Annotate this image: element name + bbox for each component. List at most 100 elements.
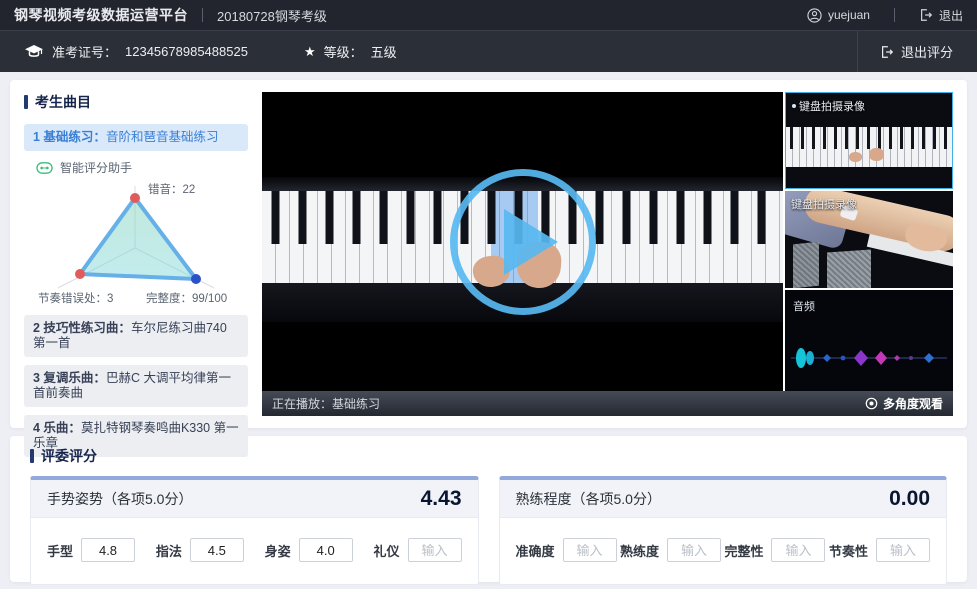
field-hand-shape: 手型	[47, 538, 135, 562]
main-video-player[interactable]	[262, 92, 783, 391]
title-accent-bar-2	[30, 449, 34, 463]
proficiency-card-header: 熟练程度（各项5.0分） 0.00	[500, 480, 947, 518]
radar-polygon	[80, 198, 196, 279]
now-playing-text: 正在播放：基础练习	[272, 395, 380, 412]
camera-1-black-keys	[786, 127, 952, 149]
gesture-card-title: 手势姿势（各项5.0分）	[47, 489, 192, 509]
scoring-title-text: 评委评分	[41, 446, 97, 466]
rhythm-label: 节奏性	[829, 541, 868, 560]
level-label: 等级：	[324, 42, 363, 61]
field-accuracy: 准确度	[516, 538, 617, 562]
proficiency-card-score: 0.00	[889, 487, 930, 511]
posture-label: 身姿	[265, 541, 291, 560]
camera-2-label-row: 键盘拍摄录像	[791, 196, 857, 212]
rhythm-input[interactable]	[876, 538, 930, 562]
session-title: 20180728钢琴考级	[217, 6, 327, 25]
play-button[interactable]	[450, 169, 596, 315]
playlist-item-1-title: 音阶和琶音基础练习	[106, 130, 219, 144]
app-header: 钢琴视频考级数据运营平台 20180728钢琴考级 yuejuan 退出	[0, 0, 977, 30]
audio-track[interactable]: 音频	[785, 290, 953, 391]
ticket-group: 准考证号： 12345678985488525	[24, 42, 248, 61]
logout-button[interactable]: 退出	[919, 7, 963, 24]
header-divider-2	[894, 8, 895, 22]
field-posture: 身姿	[265, 538, 353, 562]
graduation-cap-icon	[24, 43, 44, 60]
radar-label-rhythm-errors: 节奏错误处：3	[38, 291, 113, 305]
hand-shape-input[interactable]	[81, 538, 135, 562]
score-card-proficiency: 熟练程度（各项5.0分） 0.00 准确度 熟练度 完整性 节奏性	[499, 476, 948, 585]
ticket-label: 准考证号：	[52, 42, 117, 61]
radar-label-wrong-notes: 错音：22	[148, 182, 195, 196]
ai-score-assistant-toggle[interactable]: 智能评分助手	[36, 159, 248, 176]
field-proficiency: 熟练度	[620, 538, 721, 562]
multi-angle-rail: 键盘拍摄录像 键盘拍摄录像	[785, 92, 953, 391]
radar-dot-wrong-notes	[130, 193, 140, 203]
proficiency-card-body: 准确度 熟练度 完整性 节奏性	[500, 518, 947, 584]
header-divider	[202, 8, 203, 22]
gesture-card-score: 4.43	[421, 487, 462, 511]
radar-dot-rhythm-errors	[75, 269, 85, 279]
camera-2-stand	[793, 242, 819, 288]
multi-angle-icon	[865, 397, 878, 410]
gesture-card-body: 手型 指法 身姿 礼仪	[31, 518, 478, 584]
etiquette-input[interactable]	[408, 538, 462, 562]
accuracy-input[interactable]	[563, 538, 617, 562]
accuracy-label: 准确度	[516, 541, 555, 560]
user-menu[interactable]: yuejuan	[807, 8, 870, 23]
camera-1-label: 键盘拍摄录像	[799, 98, 865, 114]
score-card-gesture: 手势姿势（各项5.0分） 4.43 手型 指法 身姿 礼仪	[30, 476, 479, 585]
scoring-panel: 评委评分 手势姿势（各项5.0分） 4.43 手型 指法 身姿	[10, 436, 967, 582]
audio-label: 音频	[793, 298, 815, 314]
exit-scoring-button[interactable]: 退出评分	[857, 31, 953, 72]
field-etiquette: 礼仪	[373, 538, 461, 562]
radar-label-completeness: 完整度：99/100	[146, 291, 227, 305]
radar-chart: 错音：22 节奏错误处：3 完整度：99/100	[28, 178, 248, 311]
proficiency-card-title: 熟练程度（各项5.0分）	[516, 489, 661, 509]
app-title: 钢琴视频考级数据运营平台	[14, 5, 188, 25]
camera-1-hand-right	[869, 148, 884, 161]
field-rhythm: 节奏性	[829, 538, 930, 562]
completeness-input[interactable]	[771, 538, 825, 562]
playlist-title-text: 考生曲目	[35, 92, 91, 112]
field-completeness: 完整性	[724, 538, 825, 562]
gesture-card-header: 手势姿势（各项5.0分） 4.43	[31, 480, 478, 518]
proficiency-label: 熟练度	[620, 541, 659, 560]
camera-1-label-row: 键盘拍摄录像	[792, 98, 865, 114]
user-icon	[807, 8, 822, 23]
fingering-label: 指法	[156, 541, 182, 560]
level-value: 五级	[371, 42, 397, 61]
exam-panel: 考生曲目 1 基础练习：音阶和琶音基础练习 智能评分助手	[10, 80, 967, 428]
radar-dot-completeness	[191, 274, 201, 284]
playlist-item-2[interactable]: 2 技巧性练习曲：车尔尼练习曲740 第一首	[24, 315, 248, 357]
camera-thumbnail-2[interactable]: 键盘拍摄录像	[785, 191, 953, 288]
playlist-item-1-prefix: 1 基础练习：	[33, 130, 106, 144]
username: yuejuan	[828, 8, 870, 22]
playlist-item-4-prefix: 4 乐曲：	[33, 421, 81, 435]
playlist-sidebar: 考生曲目 1 基础练习：音阶和琶音基础练习 智能评分助手	[24, 92, 248, 416]
playlist-item-3-prefix: 3 复调乐曲：	[33, 371, 106, 385]
hand-shape-label: 手型	[47, 541, 73, 560]
active-dot-icon	[792, 104, 796, 108]
playlist-item-3[interactable]: 3 复调乐曲：巴赫C 大调平均律第一首前奏曲	[24, 365, 248, 407]
multi-angle-button[interactable]: 多角度观看	[865, 395, 943, 412]
playlist-section-title: 考生曲目	[24, 92, 248, 112]
proficiency-input[interactable]	[667, 538, 721, 562]
video-control-bar: 正在播放：基础练习 多角度观看	[262, 391, 953, 416]
camera-2-label: 键盘拍摄录像	[791, 196, 857, 212]
ticket-number: 12345678985488525	[125, 44, 248, 59]
exit-scoring-icon	[880, 45, 894, 59]
audio-waveform	[791, 336, 947, 380]
title-accent-bar	[24, 95, 28, 109]
field-fingering: 指法	[156, 538, 244, 562]
camera-2-stand-2	[827, 249, 871, 288]
video-zone: 键盘拍摄录像 键盘拍摄录像	[262, 92, 953, 416]
camera-1-keyboard	[786, 127, 952, 167]
completeness-label: 完整性	[724, 541, 763, 560]
posture-input[interactable]	[299, 538, 353, 562]
exam-info-bar: 准考证号： 12345678985488525 ★ 等级： 五级 退出评分	[0, 30, 977, 72]
camera-thumbnail-1[interactable]: 键盘拍摄录像	[785, 92, 953, 189]
camera-1-hand-left	[849, 152, 862, 162]
etiquette-label: 礼仪	[373, 541, 399, 560]
fingering-input[interactable]	[190, 538, 244, 562]
playlist-item-1[interactable]: 1 基础练习：音阶和琶音基础练习	[24, 124, 248, 151]
